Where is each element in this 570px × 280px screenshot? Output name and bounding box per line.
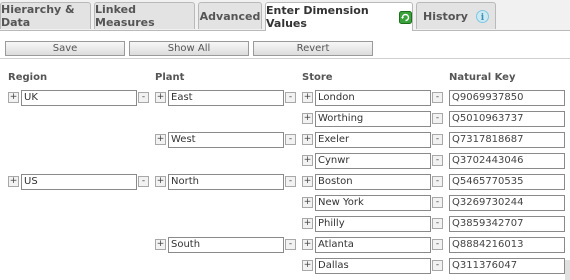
toolbar: Save Show All Revert <box>0 40 570 59</box>
tab-linked-measures[interactable]: Linked Measures <box>94 2 195 29</box>
natural-key-field[interactable]: Q311376047 <box>449 258 565 274</box>
store-value-field[interactable]: Dallas <box>315 258 431 274</box>
revert-button[interactable]: Revert <box>253 41 373 56</box>
natural-key-field[interactable]: Q3702443046 <box>449 153 565 169</box>
column-header-natural-key: Natural Key <box>449 72 516 83</box>
save-button[interactable]: Save <box>5 41 125 56</box>
natural-key-field[interactable]: Q5465770535 <box>449 174 565 190</box>
plant-expand-button[interactable]: + <box>155 92 166 103</box>
column-header-store: Store <box>302 72 333 83</box>
tab-bar: Hierarchy & Data Linked Measures Advance… <box>0 0 570 31</box>
store-collapse-button[interactable]: - <box>432 260 443 271</box>
region-expand-button[interactable]: + <box>8 92 19 103</box>
plant-expand-button[interactable]: + <box>155 176 166 187</box>
plant-expand-button[interactable]: + <box>155 239 166 250</box>
store-value-field[interactable]: Worthing <box>315 111 431 127</box>
store-expand-button[interactable]: + <box>302 260 313 271</box>
plant-collapse-button[interactable]: - <box>285 92 296 103</box>
tab-hierarchy-data[interactable]: Hierarchy & Data <box>0 2 91 29</box>
column-header-region: Region <box>8 72 48 83</box>
region-value-field[interactable]: UK <box>21 90 137 106</box>
show-all-button[interactable]: Show All <box>129 41 249 56</box>
store-value-field[interactable]: New York <box>315 195 431 211</box>
column-header-plant: Plant <box>155 72 185 83</box>
natural-key-field[interactable]: Q9069937850 <box>449 90 565 106</box>
tab-enter-dimension-values[interactable]: Enter Dimension Values <box>265 2 413 31</box>
store-collapse-button[interactable]: - <box>432 92 443 103</box>
store-collapse-button[interactable]: - <box>432 134 443 145</box>
refresh-icon[interactable] <box>399 10 412 24</box>
tab-advanced-label: Advanced <box>199 9 261 23</box>
plant-value-field[interactable]: East <box>168 90 284 106</box>
plant-collapse-button[interactable]: - <box>285 134 296 145</box>
store-collapse-button[interactable]: - <box>432 218 443 229</box>
store-value-field[interactable]: Exeler <box>315 132 431 148</box>
svg-text:i: i <box>481 13 485 23</box>
store-collapse-button[interactable]: - <box>432 113 443 124</box>
store-expand-button[interactable]: + <box>302 239 313 250</box>
store-collapse-button[interactable]: - <box>432 155 443 166</box>
store-value-field[interactable]: Philly <box>315 216 431 232</box>
region-collapse-button[interactable]: - <box>138 176 149 187</box>
store-expand-button[interactable]: + <box>302 176 313 187</box>
store-value-field[interactable]: Cynwr <box>315 153 431 169</box>
store-expand-button[interactable]: + <box>302 155 313 166</box>
store-collapse-button[interactable]: - <box>432 239 443 250</box>
tab-hierarchy-data-label: Hierarchy & Data <box>1 3 75 29</box>
store-expand-button[interactable]: + <box>302 197 313 208</box>
tab-linked-measures-label: Linked Measures <box>95 3 155 29</box>
plant-collapse-button[interactable]: - <box>285 176 296 187</box>
natural-key-field[interactable]: Q3859342707 <box>449 216 565 232</box>
store-expand-button[interactable]: + <box>302 92 313 103</box>
store-value-field[interactable]: London <box>315 90 431 106</box>
store-expand-button[interactable]: + <box>302 113 313 124</box>
scrollbar[interactable] <box>565 260 570 280</box>
natural-key-field[interactable]: Q5010963737 <box>449 111 565 127</box>
plant-value-field[interactable]: North <box>168 174 284 190</box>
tab-enter-dimension-values-label: Enter Dimension Values <box>266 4 369 30</box>
region-value-field[interactable]: US <box>21 174 137 190</box>
plant-expand-button[interactable]: + <box>155 134 166 145</box>
info-icon[interactable]: i <box>475 9 489 23</box>
tab-history[interactable]: History i <box>416 2 496 29</box>
store-collapse-button[interactable]: - <box>432 197 443 208</box>
natural-key-field[interactable]: Q3269730244 <box>449 195 565 211</box>
store-collapse-button[interactable]: - <box>432 176 443 187</box>
region-collapse-button[interactable]: - <box>138 92 149 103</box>
store-expand-button[interactable]: + <box>302 218 313 229</box>
tab-history-label: History <box>423 9 468 23</box>
plant-collapse-button[interactable]: - <box>285 239 296 250</box>
plant-value-field[interactable]: West <box>168 132 284 148</box>
tab-advanced[interactable]: Advanced <box>198 2 262 29</box>
natural-key-field[interactable]: Q7317818687 <box>449 132 565 148</box>
region-expand-button[interactable]: + <box>8 176 19 187</box>
store-value-field[interactable]: Boston <box>315 174 431 190</box>
store-value-field[interactable]: Atlanta <box>315 237 431 253</box>
plant-value-field[interactable]: South <box>168 237 284 253</box>
store-expand-button[interactable]: + <box>302 134 313 145</box>
natural-key-field[interactable]: Q8884216013 <box>449 237 565 253</box>
